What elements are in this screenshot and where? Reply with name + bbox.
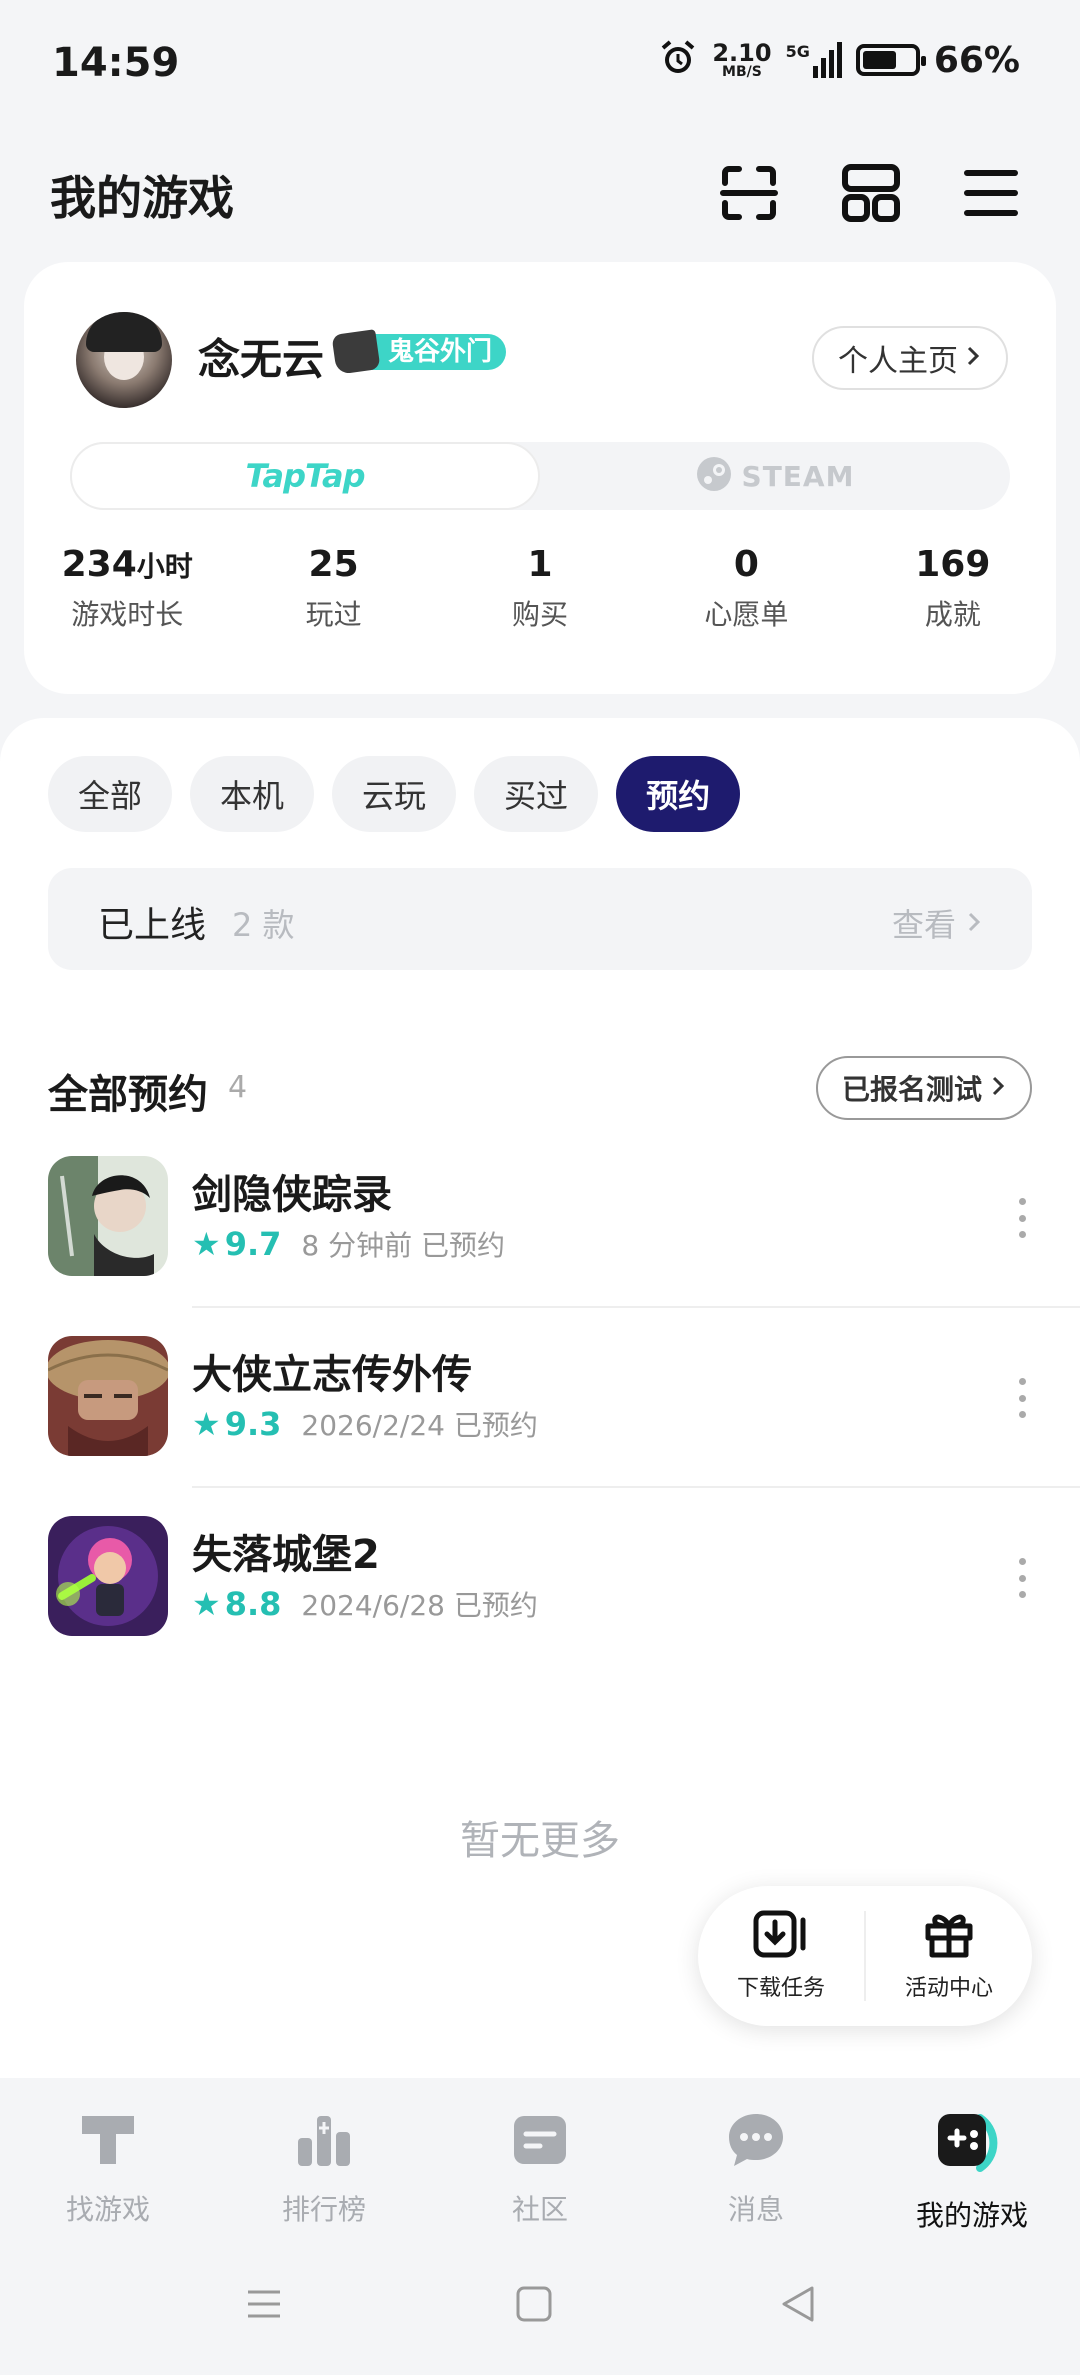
section-count: 4 (228, 1070, 248, 1105)
online-count: 2 款 (232, 906, 295, 944)
nav-find-games[interactable]: 找游戏 (0, 2078, 216, 2248)
recents-icon[interactable] (244, 2284, 284, 2328)
no-more-text: 暂无更多 (460, 1818, 620, 1864)
game-name: 失落城堡2 (192, 1532, 380, 1578)
signal-icon: 5G (786, 42, 842, 78)
more-options-icon[interactable] (1012, 1558, 1032, 1598)
rating: ★ 9.3 (192, 1405, 282, 1443)
reserve-time: 2024/6/28 (301, 1589, 445, 1622)
stat-played[interactable]: 25 玩过 (230, 544, 436, 633)
more-options-icon[interactable] (1012, 1198, 1032, 1238)
tab-taptap[interactable]: TapTap (70, 442, 540, 510)
reserve-status: 已预约 (453, 1409, 538, 1442)
status-right: 2.10 MB/S 5G 66% (658, 38, 1020, 82)
community-icon (508, 2108, 572, 2176)
game-icon[interactable] (48, 1336, 168, 1456)
platform-toggle: TapTap STEAM (70, 442, 1010, 510)
game-name: 剑隐侠踪录 (192, 1172, 392, 1218)
menu-icon[interactable] (958, 160, 1024, 226)
user-badge[interactable]: 鬼谷外门 (331, 329, 507, 375)
filter-tab-bought[interactable]: 买过 (474, 756, 599, 832)
list-item[interactable]: 失落城堡2 ★ 8.8 2024/6/28 已预约 (0, 1516, 1080, 1696)
ranking-icon (292, 2108, 356, 2176)
find-games-icon (76, 2108, 140, 2176)
floating-panel: 下载任务 活动中心 (698, 1886, 1032, 2026)
grid-icon[interactable] (838, 160, 904, 226)
filter-tab-reserved[interactable]: 预约 (616, 756, 741, 832)
star-icon: ★ (192, 1225, 221, 1263)
divider (192, 1486, 1080, 1488)
section-title: 全部预约 (48, 1072, 208, 1118)
game-meta: ★ 9.7 8 分钟前 已预约 (192, 1224, 505, 1264)
main-panel: 全部 本机 云玩 买过 预约 已上线 2 款 查看 全部预约 4 已报名测试 剑… (0, 718, 1080, 2078)
divider (192, 1306, 1080, 1308)
username[interactable]: 念无云 (198, 326, 324, 387)
game-name: 大侠立志传外传 (192, 1352, 472, 1398)
battery-text: 66% (933, 39, 1020, 81)
registered-test-button[interactable]: 已报名测试 (815, 1056, 1032, 1120)
filter-tabs: 全部 本机 云玩 买过 预约 (48, 756, 741, 832)
battery-icon (855, 44, 926, 76)
filter-tab-all[interactable]: 全部 (48, 756, 173, 832)
homepage-button[interactable]: 个人主页 (812, 326, 1008, 390)
download-tasks-button[interactable]: 下载任务 (698, 1910, 864, 2002)
reserve-status: 已预约 (453, 1589, 538, 1622)
status-bar: 14:59 2.10 MB/S 5G 66% (0, 0, 1080, 130)
game-meta: ★ 9.3 2026/2/24 已预约 (192, 1404, 538, 1444)
filter-tab-cloud[interactable]: 云玩 (332, 756, 457, 832)
rating: ★ 8.8 (192, 1585, 282, 1623)
game-list: 剑隐侠踪录 ★ 9.7 8 分钟前 已预约 大侠立志传外传 ★ 9.3 2026… (0, 1156, 1080, 1696)
star-icon: ★ (192, 1405, 221, 1443)
reserve-time: 8 分钟前 (301, 1229, 413, 1262)
more-options-icon[interactable] (1012, 1378, 1032, 1418)
reserve-status: 已预约 (421, 1229, 506, 1262)
filter-tab-local[interactable]: 本机 (190, 756, 315, 832)
gift-icon (924, 1910, 974, 1962)
profile-card: 念无云 鬼谷外门 个人主页 TapTap STEAM 234小时 游戏时长 25… (24, 262, 1056, 694)
home-icon[interactable] (514, 2284, 554, 2328)
status-time: 14:59 (52, 40, 180, 86)
avatar[interactable] (76, 312, 172, 408)
online-view[interactable]: 查看 (892, 900, 982, 946)
stats: 234小时 游戏时长 25 玩过 1 购买 0 心愿单 169 成就 (24, 544, 1056, 633)
system-nav (0, 2248, 1080, 2375)
stat-wishlist[interactable]: 0 心愿单 (643, 544, 849, 633)
chevron-right-icon (964, 341, 982, 376)
scan-icon[interactable] (716, 160, 782, 226)
message-icon (724, 2108, 788, 2176)
alarm-icon (658, 38, 698, 82)
tab-steam[interactable]: STEAM (540, 442, 1010, 510)
star-icon: ★ (192, 1585, 221, 1623)
badge-icon (331, 329, 381, 375)
reserve-time: 2026/2/24 (301, 1409, 445, 1442)
list-item[interactable]: 大侠立志传外传 ★ 9.3 2026/2/24 已预约 (0, 1336, 1080, 1516)
net-speed: 2.10 MB/S (712, 39, 772, 80)
game-icon[interactable] (48, 1156, 168, 1276)
bottom-nav: 找游戏 排行榜 社区 消息 我的游戏 (0, 2078, 1080, 2248)
events-center-button[interactable]: 活动中心 (866, 1910, 1032, 2002)
nav-community[interactable]: 社区 (432, 2078, 648, 2248)
header: 我的游戏 (0, 150, 1080, 240)
online-label: 已上线 (98, 905, 207, 946)
download-icon (753, 1910, 809, 1962)
page-title: 我的游戏 (50, 171, 234, 225)
chevron-right-icon (966, 904, 982, 942)
back-icon[interactable] (778, 2284, 818, 2328)
stat-achievements[interactable]: 169 成就 (850, 544, 1056, 633)
nav-my-games[interactable]: 我的游戏 (864, 2078, 1080, 2248)
game-meta: ★ 8.8 2024/6/28 已预约 (192, 1584, 538, 1624)
my-games-icon (932, 2108, 1012, 2182)
stat-purchased[interactable]: 1 购买 (437, 544, 643, 633)
steam-icon (696, 456, 732, 496)
game-icon[interactable] (48, 1516, 168, 1636)
chevron-right-icon (990, 1072, 1006, 1105)
rating: ★ 9.7 (192, 1225, 282, 1263)
online-row[interactable]: 已上线 2 款 查看 (48, 868, 1032, 970)
list-item[interactable]: 剑隐侠踪录 ★ 9.7 8 分钟前 已预约 (0, 1156, 1080, 1336)
stat-playtime[interactable]: 234小时 游戏时长 (24, 544, 230, 633)
nav-ranking[interactable]: 排行榜 (216, 2078, 432, 2248)
nav-messages[interactable]: 消息 (648, 2078, 864, 2248)
